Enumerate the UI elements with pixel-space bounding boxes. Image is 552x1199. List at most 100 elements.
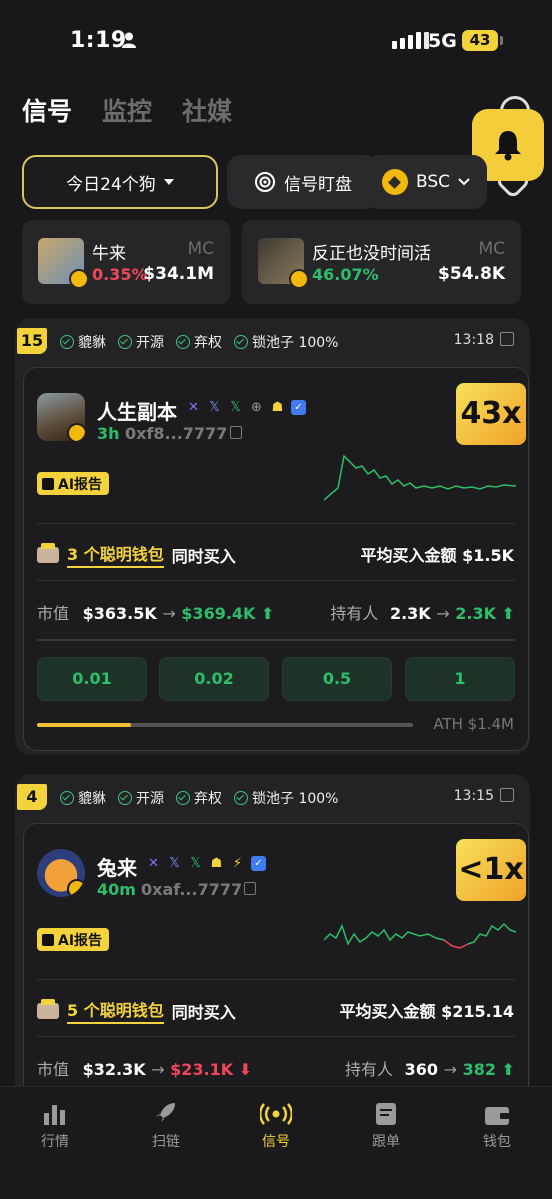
check-icon xyxy=(176,791,190,805)
avg-buy-label: 平均买入金额 xyxy=(339,1002,436,1021)
verified-icon[interactable]: ✓ xyxy=(291,400,306,415)
wallet-icon xyxy=(37,998,59,1019)
token-image xyxy=(258,238,309,289)
tag-item: 貔貅 xyxy=(60,332,106,352)
butterfly-icon[interactable]: ✕ xyxy=(146,856,161,871)
social-links: ✕ 𝕏 𝕏 ⊕ ☗ ✓ xyxy=(186,400,306,415)
divider xyxy=(37,979,515,980)
bottom-nav: 行情 扫链 信号 跟单 钱包 xyxy=(0,1086,552,1199)
token-avatar xyxy=(37,393,85,441)
buy-amount-button[interactable]: 0.01 xyxy=(37,657,147,701)
copy-icon[interactable] xyxy=(230,426,242,439)
nav-copy-trade[interactable]: 跟单 xyxy=(346,1099,426,1151)
divider xyxy=(37,523,515,524)
signal-time: 13:18 xyxy=(453,332,494,348)
ath-progress-bar xyxy=(37,723,413,727)
smart-wallet-row: 5 个聪明钱包 同时买入 xyxy=(37,997,236,1024)
verified-icon[interactable]: ✓ xyxy=(251,856,266,871)
holders-to: 382 xyxy=(462,1060,497,1079)
signal-card[interactable]: 15 貔貅 开源 弃权 锁池子 100% 13:18 人生副本 ✕ 𝕏 𝕏 ⊕ … xyxy=(15,318,530,755)
butterfly-icon[interactable]: ✕ xyxy=(186,400,201,415)
ath-progress-fill xyxy=(37,723,131,727)
smart-wallet-suffix: 同时买入 xyxy=(171,1002,236,1022)
price-sparkline xyxy=(324,454,516,501)
caret-down-icon xyxy=(163,179,174,185)
token-name: 人生副本 xyxy=(97,400,177,424)
mc-card[interactable]: 反正也没时间活 MC 46.07% $54.8K xyxy=(242,220,521,304)
token-panel: 人生副本 ✕ 𝕏 𝕏 ⊕ ☗ ✓ 3h 0xf8...7777 43x AI报告… xyxy=(23,367,529,751)
quick-buy-row: 0.01 0.02 0.5 1 xyxy=(37,657,515,701)
multiplier-badge: <1x xyxy=(456,839,526,901)
tab-social[interactable]: 社媒 xyxy=(182,92,232,128)
nav-signal[interactable]: 信号 xyxy=(236,1099,316,1151)
check-icon xyxy=(60,791,74,805)
token-name: 兔来 xyxy=(97,856,137,880)
bsc-badge-icon xyxy=(67,423,85,441)
signal-watch-button[interactable]: 信号盯盘 xyxy=(227,155,379,209)
divider xyxy=(37,580,515,581)
signal-time: 13:15 xyxy=(453,788,494,804)
x-twitter-icon[interactable]: 𝕏 xyxy=(207,400,222,415)
smart-wallet-count[interactable]: 3 个聪明钱包 xyxy=(67,541,164,568)
token-age: 40m xyxy=(97,880,136,899)
wallet-icon xyxy=(457,1099,537,1125)
bar-chart-icon xyxy=(15,1099,95,1125)
buy-amount-button[interactable]: 1 xyxy=(405,657,515,701)
chevron-down-icon xyxy=(458,178,470,186)
mcap-label: 市值 xyxy=(37,1060,70,1079)
mcap-from: $363.5K xyxy=(82,604,157,623)
avg-buy-value: $215.14 xyxy=(441,1002,514,1021)
mc-card[interactable]: 牛来 MC 0.35% $34.1M xyxy=(22,220,230,304)
lightning-icon[interactable]: ⚡ xyxy=(230,856,245,871)
group-icon[interactable]: ☗ xyxy=(209,856,224,871)
tag-item: 锁池子 100% xyxy=(234,788,338,808)
mcap-label: 市值 xyxy=(37,604,70,623)
nav-wallet[interactable]: 钱包 xyxy=(457,1099,537,1151)
security-tags: 貔貅 开源 弃权 锁池子 100% xyxy=(60,788,338,808)
arrow-right-icon: → xyxy=(151,1060,165,1079)
buy-amount-button[interactable]: 0.5 xyxy=(282,657,392,701)
signal-watch-label: 信号盯盘 xyxy=(284,174,352,195)
tab-monitor[interactable]: 监控 xyxy=(102,92,152,128)
chain-dropdown[interactable]: BSC xyxy=(365,155,487,209)
group-icon[interactable]: ☗ xyxy=(270,400,285,415)
book-icon xyxy=(42,933,54,946)
nav-label: 信号 xyxy=(262,1134,290,1150)
rank-badge: 4 xyxy=(17,784,47,810)
check-icon xyxy=(118,335,132,349)
ai-report-button[interactable]: AI报告 xyxy=(37,928,110,951)
x-twitter-icon[interactable]: 𝕏 xyxy=(228,400,243,415)
share-icon[interactable] xyxy=(500,788,514,802)
token-address: 0xaf...7777 xyxy=(141,880,243,899)
buy-amount-button[interactable]: 0.02 xyxy=(159,657,269,701)
token-age: 3h xyxy=(97,424,120,443)
bsc-badge-icon xyxy=(289,269,309,289)
rocket-icon xyxy=(126,1099,206,1125)
token-address: 0xf8...7777 xyxy=(125,424,228,443)
holders-to: 2.3K xyxy=(455,604,497,623)
globe-icon[interactable]: ⊕ xyxy=(249,400,264,415)
check-icon xyxy=(234,335,248,349)
x-twitter-icon[interactable]: 𝕏 xyxy=(188,856,203,871)
nav-scan[interactable]: 扫链 xyxy=(126,1099,206,1151)
top-tabs: 信号 监控 社媒 xyxy=(22,92,232,128)
smart-wallet-count[interactable]: 5 个聪明钱包 xyxy=(67,997,164,1024)
dog-count-dropdown[interactable]: 今日24个狗 xyxy=(22,155,218,209)
copy-icon[interactable] xyxy=(244,882,256,895)
security-tags: 貔貅 开源 弃权 锁池子 100% xyxy=(60,332,338,352)
mc-card-value: $34.1M xyxy=(143,264,214,284)
ai-report-button[interactable]: AI报告 xyxy=(37,472,110,495)
share-icon[interactable] xyxy=(500,332,514,346)
stats-row: 市值 $32.3K → $23.1K ⬇ 持有人 360 → 382 ⬆ xyxy=(37,1056,515,1080)
tag-item: 弃权 xyxy=(176,332,222,352)
token-panel: 兔来 ✕ 𝕏 𝕏 ☗ ⚡ ✓ 40m 0xaf...7777 <1x AI报告 … xyxy=(23,823,529,1123)
x-twitter-icon[interactable]: 𝕏 xyxy=(167,856,182,871)
wallet-icon xyxy=(37,542,59,563)
mcap-to: $23.1K xyxy=(170,1060,234,1079)
radar-icon xyxy=(255,172,275,192)
filter-row: 今日24个狗 信号盯盘 BSC xyxy=(22,155,522,209)
nav-market[interactable]: 行情 xyxy=(15,1099,95,1151)
chain-label: BSC xyxy=(415,172,451,192)
tab-signal[interactable]: 信号 xyxy=(22,92,72,128)
signal-card[interactable]: 4 貔貅 开源 弃权 锁池子 100% 13:15 兔来 ✕ 𝕏 𝕏 ☗ ⚡ ✓… xyxy=(15,774,530,1123)
